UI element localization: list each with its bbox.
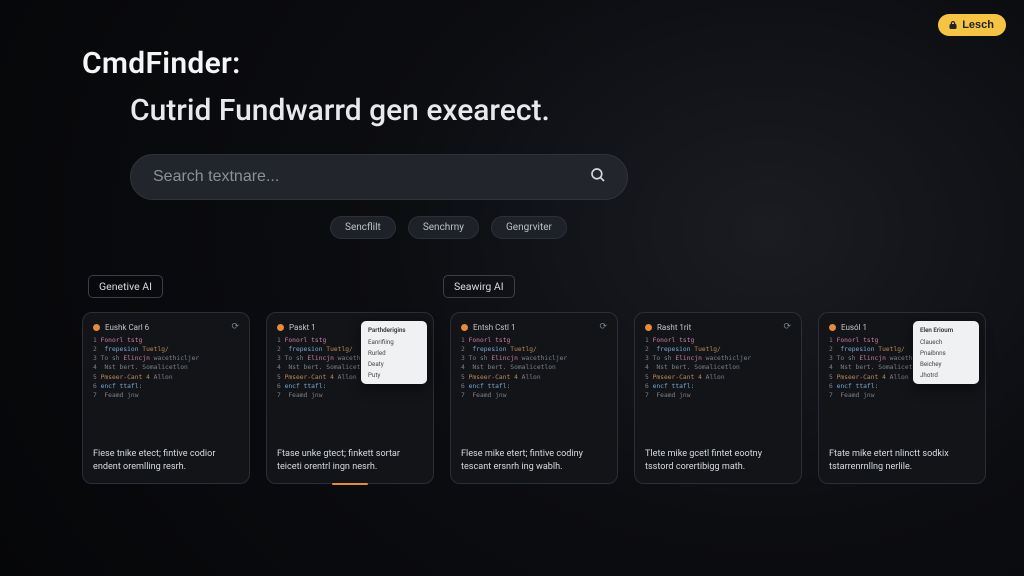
chip-3[interactable]: Gengrviter bbox=[491, 216, 567, 239]
search-bar[interactable] bbox=[130, 154, 628, 200]
card-description: Flese mike etert; fintive codiny tescant… bbox=[461, 448, 607, 473]
card-description: Tlete mike gcetl fintet eootny tsstord c… bbox=[645, 448, 791, 473]
card-row: Eushk Carl 6 ⟳ 1 Fonorl tstg 2 frepesion T… bbox=[0, 312, 1024, 484]
suggestion-chips: Sencflilt Senchrny Gengrviter bbox=[130, 216, 1024, 239]
result-card-5[interactable]: Eusól 1⟳1 Fonorl tstg 2 frepesion Tuetlg… bbox=[818, 312, 986, 484]
more-icon[interactable]: ⟳ bbox=[783, 322, 791, 332]
popover-item[interactable]: Puty bbox=[368, 371, 420, 379]
login-label: Lesch bbox=[962, 19, 994, 31]
status-dot-icon bbox=[277, 324, 284, 331]
status-dot-icon bbox=[461, 324, 468, 331]
popover-item[interactable]: Eanrifiing bbox=[368, 338, 420, 346]
search-icon[interactable] bbox=[589, 166, 607, 188]
popover-item[interactable]: Deaty bbox=[368, 360, 420, 368]
section-generative[interactable]: Genetive AI bbox=[88, 275, 163, 298]
popover-item[interactable]: Rurled bbox=[368, 349, 420, 357]
login-button[interactable]: Lesch bbox=[938, 14, 1006, 36]
result-card-2[interactable]: Paskt 1⟳1 Fonorl tstg 2 frepesion Tuetlg… bbox=[266, 312, 434, 484]
card-popover[interactable]: Parthderigins Eanrifiing Rurled Deaty Puty bbox=[361, 321, 427, 384]
card-title: Entsh Cstl 1 bbox=[473, 323, 594, 332]
page-title: CmdFinder: bbox=[82, 46, 1024, 81]
code-preview: 1 Fonorl tstg 2 frepesion Tuetlg/ 3 To s… bbox=[645, 336, 791, 400]
code-preview: 1 Fonorl tstg 2 frepesion Tuetlg/ 3 To s… bbox=[93, 336, 239, 400]
more-icon[interactable]: ⟳ bbox=[599, 322, 607, 332]
accent-underline bbox=[332, 483, 368, 486]
card-popover[interactable]: Elen Erioum Clauech Pnaibnns Beichey Jhotrd bbox=[913, 321, 979, 384]
card-header: Rasht 1rit ⟳ bbox=[645, 322, 791, 332]
result-card-4[interactable]: Rasht 1rit ⟳ 1 Fonorl tstg 2 frepesion Tue… bbox=[634, 312, 802, 484]
status-dot-icon bbox=[829, 324, 836, 331]
hero: CmdFinder: Cutrid Fundwarrd gen exearect… bbox=[0, 0, 1024, 128]
more-icon[interactable]: ⟳ bbox=[231, 322, 239, 332]
card-description: Ftate mike etert nlinctt sodkix tstarren… bbox=[829, 448, 975, 473]
popover-item[interactable]: Beichey bbox=[920, 360, 972, 368]
status-dot-icon bbox=[645, 324, 652, 331]
result-card-3[interactable]: Entsh Cstl 1 ⟳ 1 Fonorl tstg 2 frepesion T… bbox=[450, 312, 618, 484]
status-dot-icon bbox=[93, 324, 100, 331]
search-input[interactable] bbox=[153, 168, 589, 186]
card-description: Ftase unke gtect; finkett sortar teiceti… bbox=[277, 448, 423, 473]
card-description: Fiese tnike etect; fintive codior endent… bbox=[93, 448, 239, 473]
chip-1[interactable]: Sencflilt bbox=[330, 216, 396, 239]
card-header: Eushk Carl 6 ⟳ bbox=[93, 322, 239, 332]
result-card-1[interactable]: Eushk Carl 6 ⟳ 1 Fonorl tstg 2 frepesion T… bbox=[82, 312, 250, 484]
popover-head: Parthderigins bbox=[368, 326, 420, 334]
popover-item[interactable]: Pnaibnns bbox=[920, 349, 972, 357]
popover-item[interactable]: Clauech bbox=[920, 338, 972, 346]
popover-item[interactable]: Jhotrd bbox=[920, 371, 972, 379]
code-preview: 1 Fonorl tstg 2 frepesion Tuetlg/ 3 To s… bbox=[461, 336, 607, 400]
section-seawing[interactable]: Seawirg AI bbox=[443, 275, 515, 298]
card-title: Eushk Carl 6 bbox=[105, 323, 226, 332]
chip-2[interactable]: Senchrny bbox=[408, 216, 479, 239]
card-header: Entsh Cstl 1 ⟳ bbox=[461, 322, 607, 332]
page-subtitle: Cutrid Fundwarrd gen exearect. bbox=[82, 93, 1024, 128]
popover-head: Elen Erioum bbox=[920, 326, 972, 334]
lock-icon bbox=[948, 20, 958, 30]
card-title: Rasht 1rit bbox=[657, 323, 778, 332]
